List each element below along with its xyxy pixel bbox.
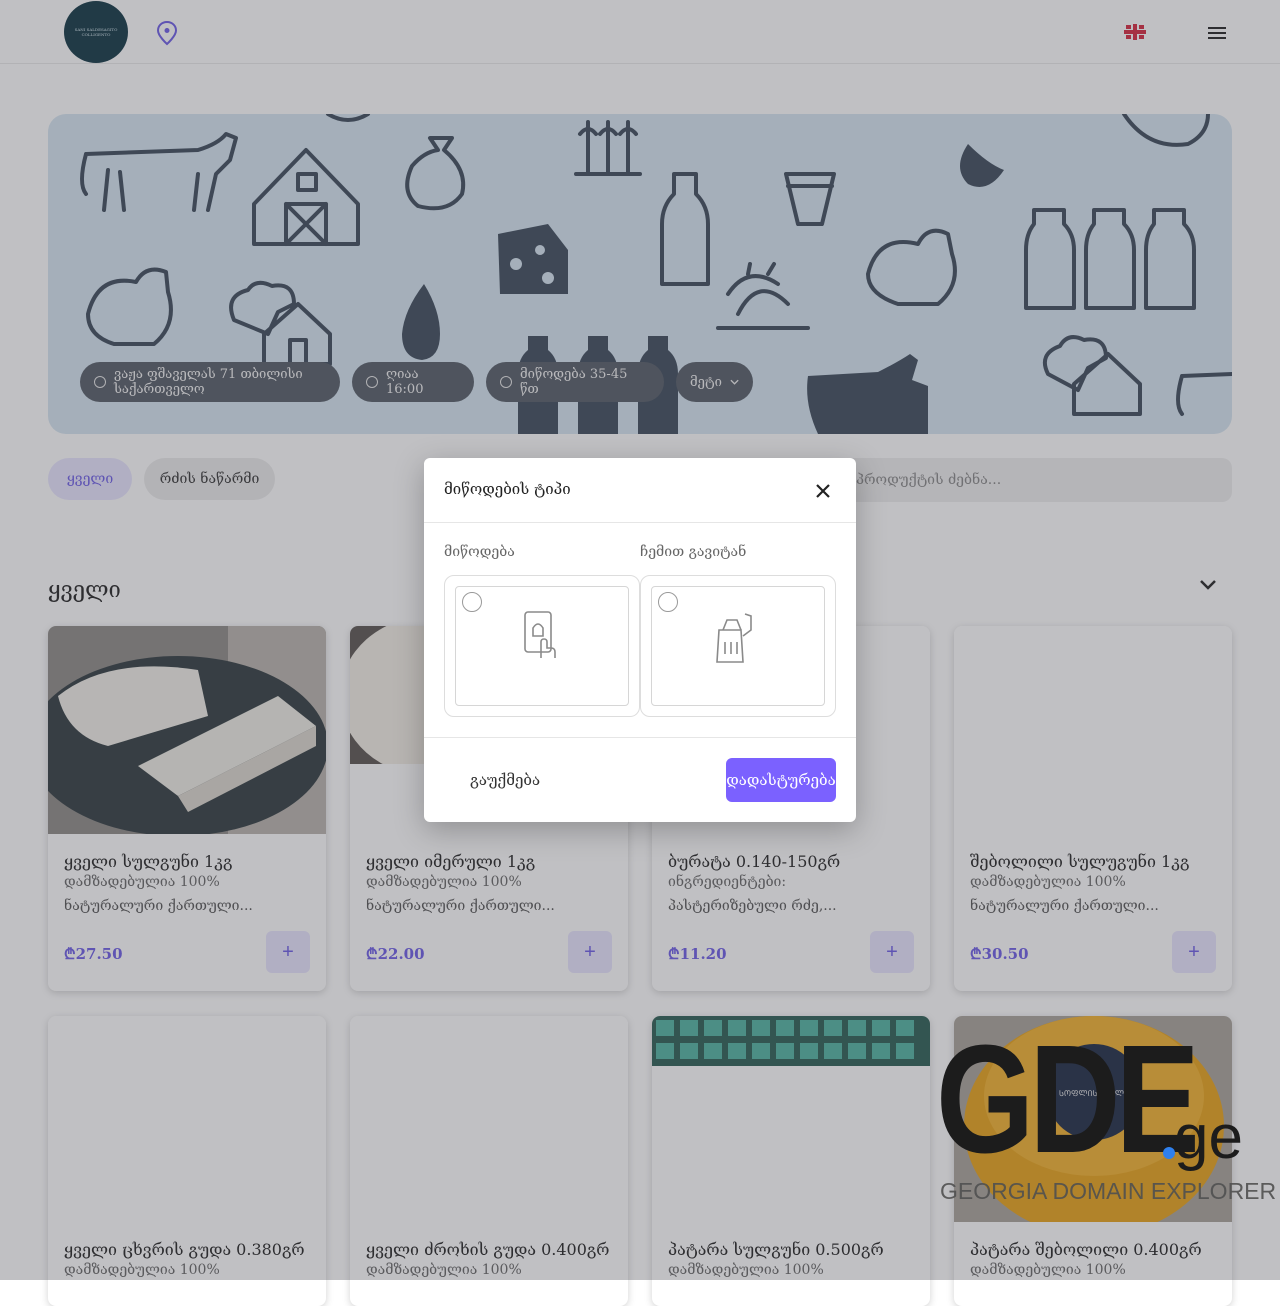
delivery-option-card[interactable] bbox=[444, 575, 640, 717]
delivery-radio[interactable] bbox=[462, 592, 482, 612]
dialog-title: მიწოდების ტიპი bbox=[444, 480, 571, 498]
phone-order-icon bbox=[524, 611, 556, 658]
delivery-type-dialog: მიწოდების ტიპი მიწოდება ჩემით გავიტან გა… bbox=[424, 458, 856, 822]
cancel-button[interactable]: გაუქმება bbox=[454, 758, 557, 802]
takeaway-bag-icon bbox=[716, 613, 752, 663]
delivery-option-label: მიწოდება bbox=[444, 544, 515, 560]
pickup-radio[interactable] bbox=[658, 592, 678, 612]
watermark-logo: GDE ge GEORGIA DOMAIN EXPLORER bbox=[936, 1013, 1276, 1212]
pickup-option-card[interactable] bbox=[640, 575, 836, 717]
divider bbox=[424, 737, 856, 738]
watermark-subtitle: GEORGIA DOMAIN EXPLORER bbox=[940, 1178, 1277, 1204]
watermark-brand: GDE bbox=[936, 1013, 1200, 1185]
close-icon[interactable] bbox=[812, 480, 834, 502]
confirm-button[interactable]: დადასტურება bbox=[726, 758, 836, 802]
divider bbox=[424, 522, 856, 523]
pickup-option-label: ჩემით გავიტან bbox=[640, 544, 747, 560]
watermark-domain: ge bbox=[1174, 1103, 1243, 1172]
